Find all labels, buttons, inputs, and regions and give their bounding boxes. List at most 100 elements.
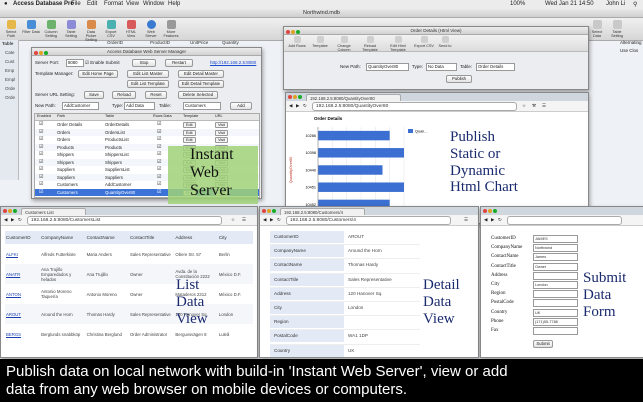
star-icon[interactable]: ☆ [231,217,235,223]
form-field-input[interactable]: Northwind [533,244,578,253]
type-select[interactable]: Add Data [124,102,155,110]
window-controls[interactable] [262,208,277,215]
form-field-input[interactable]: James [533,253,578,262]
forward-icon[interactable]: ▶ [270,217,273,223]
column-header[interactable]: CustomerID [5,231,40,244]
form-field-input[interactable]: JAMES [533,235,578,243]
save-button[interactable]: Save [84,91,104,99]
edit-list-master-button[interactable]: Edit List Master [127,70,169,78]
server-port-input[interactable]: 8080 [66,59,84,67]
menu-help[interactable]: Help [168,1,180,7]
reload-icon[interactable]: ↻ [18,217,22,223]
template-button[interactable]: Template [309,36,331,48]
chart-bar[interactable] [318,130,390,141]
path-column-header[interactable]: Path [57,114,65,118]
rows-data-checkbox[interactable]: ☑ [157,174,161,180]
enabled-checkbox[interactable]: ☑ [39,144,43,150]
table-select[interactable]: Customers [183,102,221,110]
data-picker-button[interactable]: Data Picker Setting [82,20,100,42]
star-icon[interactable]: ☆ [522,103,526,109]
rows-data-checkbox[interactable]: ☑ [157,121,161,127]
column-header[interactable]: City [218,231,253,244]
menu-edit[interactable]: Edit [87,1,97,7]
edit-detail-template-button[interactable]: Edit Detail Template [178,80,224,88]
enabled-checkbox[interactable]: ☑ [39,174,43,180]
path-table-row[interactable]: ☑ Order Details OrderDetails ☑ Edit Visit [35,121,259,129]
edit-html-template-button[interactable]: Edit Html Template [384,36,412,52]
form-field-input[interactable]: (171)55-7788 [533,317,578,326]
add-path-button[interactable]: Add [230,102,252,110]
select-path-button[interactable]: Select Path [2,20,20,38]
reload-template-button[interactable]: Reload Template [357,36,383,52]
enabled-checkbox[interactable]: ☑ [39,181,43,187]
menu-icon[interactable]: ☰ [464,217,468,223]
rows-data-checkbox[interactable]: ☑ [157,159,161,165]
new-path-input[interactable]: AddCustomer [62,102,99,110]
chart-bar[interactable] [318,182,404,192]
add-rows-button[interactable]: Add Rows [286,36,308,48]
path-table-row[interactable]: ☑ Orders ProductsList ☑ Edit Visit [35,136,259,144]
table-setting-button[interactable]: Table Setting [62,20,80,38]
column-header[interactable]: ContactTitle [129,231,174,244]
form-field-input[interactable]: Owner [533,262,578,271]
url-bar[interactable] [507,216,622,225]
back-icon[interactable]: ◀ [484,217,487,223]
sidebar-item[interactable]: Orde [5,86,18,91]
menu-icon[interactable]: ☰ [242,217,246,223]
form-field-input[interactable] [533,271,578,280]
sidebar-item[interactable]: Orde [5,95,18,100]
chart-bar[interactable] [318,148,404,158]
table-setting-right-button[interactable]: Table Setting [608,20,626,38]
form-field-input[interactable] [533,326,578,335]
server-url-link[interactable]: http://192.168.2.5:8080 [210,60,256,65]
customer-id-link[interactable]: ALFKI [5,244,40,264]
form-field-input[interactable] [533,299,578,308]
form-field-input[interactable]: London [533,280,578,289]
menu-icon[interactable]: ☰ [542,103,546,109]
select-data-button[interactable]: Select Data [588,20,606,38]
back-icon[interactable]: ◀ [289,103,292,109]
rows-data-checkbox[interactable]: ☑ [157,181,161,187]
reload-icon[interactable]: ↻ [498,217,502,223]
battery-label[interactable]: 100% [510,1,525,7]
visit-url-button[interactable]: Visit [215,122,229,128]
edit-home-page-button[interactable]: Edit Home Page [78,70,118,78]
window-controls[interactable] [34,50,49,57]
submit-button[interactable]: Submit [533,340,553,348]
sidebar-item[interactable]: Empl [5,77,18,82]
table-row[interactable]: ANTON Antonio Moreno Taquería Antonio More… [5,284,253,304]
alternating-label[interactable]: Alternating [620,40,642,45]
enabled-checkbox[interactable]: ☑ [39,129,43,135]
export-csv-button[interactable]: Export CSV [413,36,435,48]
rows-data-checkbox[interactable]: ☑ [157,144,161,150]
sidebar-item[interactable]: Cate [5,50,18,55]
column-header[interactable]: ContactName [86,231,129,244]
enabled-checkbox[interactable]: ☑ [39,151,43,157]
edit-template-button[interactable]: Edit [183,129,196,136]
table-input[interactable]: Order Details [476,63,515,71]
path-column-header[interactable]: Template [183,114,198,118]
column-header-quantity[interactable]: Quantity [222,40,239,45]
app-menu[interactable]: Access Database Pro [13,1,74,7]
type-select[interactable]: No Data [426,63,457,71]
enabled-checkbox[interactable]: ☑ [39,159,43,165]
enable-submit-checkbox[interactable]: ☑ Enable Submit [85,60,120,66]
forward-icon[interactable]: ▶ [296,103,299,109]
use-close-checkbox[interactable]: Use Clos [620,48,638,53]
reload-icon[interactable]: ↻ [277,217,281,223]
menu-view[interactable]: View [126,1,139,7]
customer-id-link[interactable]: BERGS [5,324,40,344]
html-view-button[interactable]: HTML View [122,20,140,38]
column-header-productid[interactable]: ProductID [150,40,170,45]
change-column-button[interactable]: Change Column [332,36,356,52]
user-name[interactable]: John Li [606,1,625,7]
edit-template-button[interactable]: Edit [183,122,196,128]
form-field-input[interactable] [533,290,578,299]
column-header-unitprice[interactable]: UnitPrice [190,40,208,45]
url-bar[interactable]: 192.168.2.5:8080/Customers/4 [286,216,451,225]
table-row[interactable]: AROUT Around the Horn Thomas Hardy Sales Re… [5,304,253,324]
url-bar[interactable]: 192.168.2.5:8080/CustomersList [27,216,222,225]
web-server-button[interactable]: Web Server [142,20,160,38]
visit-url-button[interactable]: Visit [215,129,229,136]
customer-id-link[interactable]: AROUT [5,304,40,324]
